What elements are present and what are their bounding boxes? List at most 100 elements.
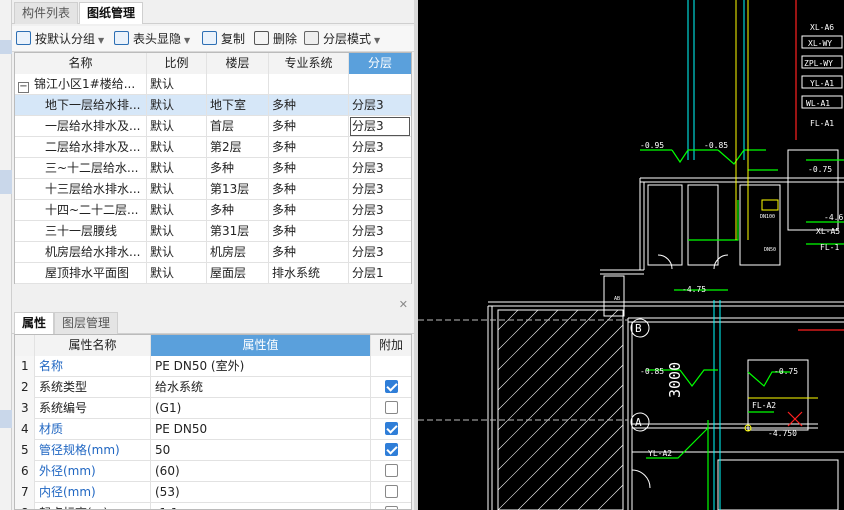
table-row[interactable]: 机房层给水排水... 默认 机房层 多种 分层3 — [15, 242, 411, 263]
table-row[interactable]: 十三层给水排水... 默认 第13层 多种 分层3 — [15, 179, 411, 200]
property-value[interactable]: PE DN50 (室外) — [151, 356, 371, 377]
property-value[interactable]: 给水系统 — [151, 377, 371, 398]
cad-label: YL-A1 — [810, 79, 834, 88]
checkbox[interactable] — [384, 443, 398, 456]
drawing-layer[interactable]: 分层3 — [349, 137, 411, 158]
drawing-layer[interactable]: 分层3 — [349, 200, 411, 221]
property-row[interactable]: 8 起点标高(m) -1.1 — [15, 503, 411, 509]
property-value[interactable]: (G1) — [151, 398, 371, 419]
drawing-scale: 默认 — [147, 221, 207, 242]
delete-label: 删除 — [273, 32, 298, 46]
property-row[interactable]: 5 管径规格(mm) 50 — [15, 440, 411, 461]
tab-layer-management[interactable]: 图层管理 — [54, 312, 119, 334]
property-name: 起点标高(m) — [35, 503, 151, 509]
property-extra — [371, 440, 411, 461]
cad-label: -4.750 — [768, 429, 797, 438]
group-scale: 默认 — [147, 74, 207, 95]
group-layer — [349, 74, 411, 95]
copy-label: 复制 — [221, 32, 246, 46]
checkbox[interactable] — [384, 422, 398, 435]
property-name: 内径(mm) — [35, 482, 151, 503]
drawing-system: 排水系统 — [269, 263, 349, 284]
col-scale[interactable]: 比例 — [147, 53, 207, 74]
property-name: 材质 — [35, 419, 151, 440]
drawing-floor: 屋面层 — [207, 263, 269, 284]
property-value[interactable]: -1.1 — [151, 503, 371, 509]
property-row[interactable]: 3 系统编号 (G1) — [15, 398, 411, 419]
cad-label: DN50 — [764, 247, 776, 253]
group-row[interactable]: − 锦江小区1#楼给... 默认 — [15, 74, 411, 95]
tab-component-list[interactable]: 构件列表 — [14, 2, 79, 24]
col-system[interactable]: 专业系统 — [269, 53, 349, 74]
checkbox[interactable] — [384, 380, 398, 393]
drawing-layer[interactable]: 分层3 — [349, 158, 411, 179]
property-value[interactable]: PE DN50 — [151, 419, 371, 440]
property-value[interactable]: (53) — [151, 482, 371, 503]
drawing-layer[interactable]: 分层3 — [349, 95, 411, 116]
table-row[interactable]: 三~十二层给水... 默认 多种 多种 分层3 — [15, 158, 411, 179]
drawing-floor: 多种 — [207, 200, 269, 221]
tab-properties[interactable]: 属性 — [14, 312, 55, 334]
group-by-default-button[interactable]: 按默认分组 ▼ — [16, 30, 104, 48]
table-row[interactable]: 二层给水排水及... 默认 第2层 多种 分层3 — [15, 137, 411, 158]
copy-button[interactable]: 复制 — [202, 30, 245, 48]
columns-label: 表头显隐 — [133, 32, 182, 46]
layer-mode-button[interactable]: 分层模式 ▼ — [304, 30, 380, 48]
close-icon[interactable]: ✕ — [399, 298, 408, 311]
col-layer[interactable]: 分层 — [349, 53, 411, 74]
drawing-management-panel: 构件列表 图纸管理 按默认分组 ▼ 表头显隐 ▼ 复制 删除 分层模式 ▼ 名称 比例… — [12, 0, 426, 510]
table-row[interactable]: 屋顶排水平面图 默认 屋面层 排水系统 分层1 — [15, 263, 411, 284]
property-index: 8 — [15, 503, 35, 509]
checkbox[interactable] — [384, 506, 398, 509]
checkbox[interactable] — [384, 464, 398, 477]
tab-drawing-management[interactable]: 图纸管理 — [79, 2, 144, 24]
drawing-scale: 默认 — [147, 179, 207, 200]
cad-label: -0.85 — [704, 141, 728, 150]
drawing-system: 多种 — [269, 179, 349, 200]
drawing-name: 十三层给水排水... — [15, 179, 147, 200]
cad-label: -4.6 — [824, 213, 843, 222]
drawing-layer[interactable]: 分层3 — [349, 221, 411, 242]
col-name[interactable]: 名称 — [15, 53, 147, 74]
property-value[interactable]: (60) — [151, 461, 371, 482]
property-row[interactable]: 1 名称 PE DN50 (室外) — [15, 356, 411, 377]
group-label: 按默认分组 — [35, 32, 96, 46]
table-row[interactable]: 三十一层腰线 默认 第31层 多种 分层3 — [15, 221, 411, 242]
property-row[interactable]: 4 材质 PE DN50 — [15, 419, 411, 440]
property-index: 5 — [15, 440, 35, 461]
cad-label: -0.85 — [640, 367, 664, 376]
checkbox[interactable] — [384, 485, 398, 498]
cad-label: FL-A1 — [810, 119, 834, 128]
collapse-icon[interactable]: − — [18, 82, 29, 93]
property-extra — [371, 482, 411, 503]
col-prop-name: 属性名称 — [35, 335, 151, 356]
cad-canvas[interactable]: XL-A6 XL-WY ZPL-WY YL-A1 WL-A1 FL-A1 -0.… — [418, 0, 844, 510]
property-name: 外径(mm) — [35, 461, 151, 482]
strip-marker — [0, 40, 12, 54]
property-extra — [371, 377, 411, 398]
cad-label: FL-A2 — [752, 401, 776, 410]
cad-label: DN100 — [760, 214, 775, 220]
property-row[interactable]: 6 外径(mm) (60) — [15, 461, 411, 482]
drawing-layer[interactable]: 分层3 — [349, 116, 411, 137]
cad-label: -0.95 — [640, 141, 664, 150]
col-floor[interactable]: 楼层 — [207, 53, 269, 74]
table-row[interactable]: 一层给水排水及... 默认 首层 多种 分层3 — [15, 116, 411, 137]
col-prop-value: 属性值 — [151, 335, 371, 356]
checkbox[interactable] — [384, 401, 398, 414]
delete-button[interactable]: 删除 — [254, 30, 297, 48]
strip-marker — [0, 410, 12, 428]
property-value[interactable]: 50 — [151, 440, 371, 461]
cad-label: -0.75 — [774, 367, 798, 376]
drawing-layer[interactable]: 分层3 — [349, 179, 411, 200]
drawing-layer[interactable]: 分层3 — [349, 242, 411, 263]
property-row[interactable]: 7 内径(mm) (53) — [15, 482, 411, 503]
properties-header: 属性名称 属性值 附加 — [15, 335, 411, 356]
property-row[interactable]: 2 系统类型 给水系统 — [15, 377, 411, 398]
drawing-layer[interactable]: 分层1 — [349, 263, 411, 284]
table-row[interactable]: 地下一层给水排... 默认 地下室 多种 分层3 — [15, 95, 411, 116]
column-visibility-button[interactable]: 表头显隐 ▼ — [114, 30, 190, 48]
table-row[interactable]: 十四~二十二层... 默认 多种 多种 分层3 — [15, 200, 411, 221]
drawing-name: 屋顶排水平面图 — [15, 263, 147, 284]
cad-label: XL-A5 — [816, 227, 840, 236]
